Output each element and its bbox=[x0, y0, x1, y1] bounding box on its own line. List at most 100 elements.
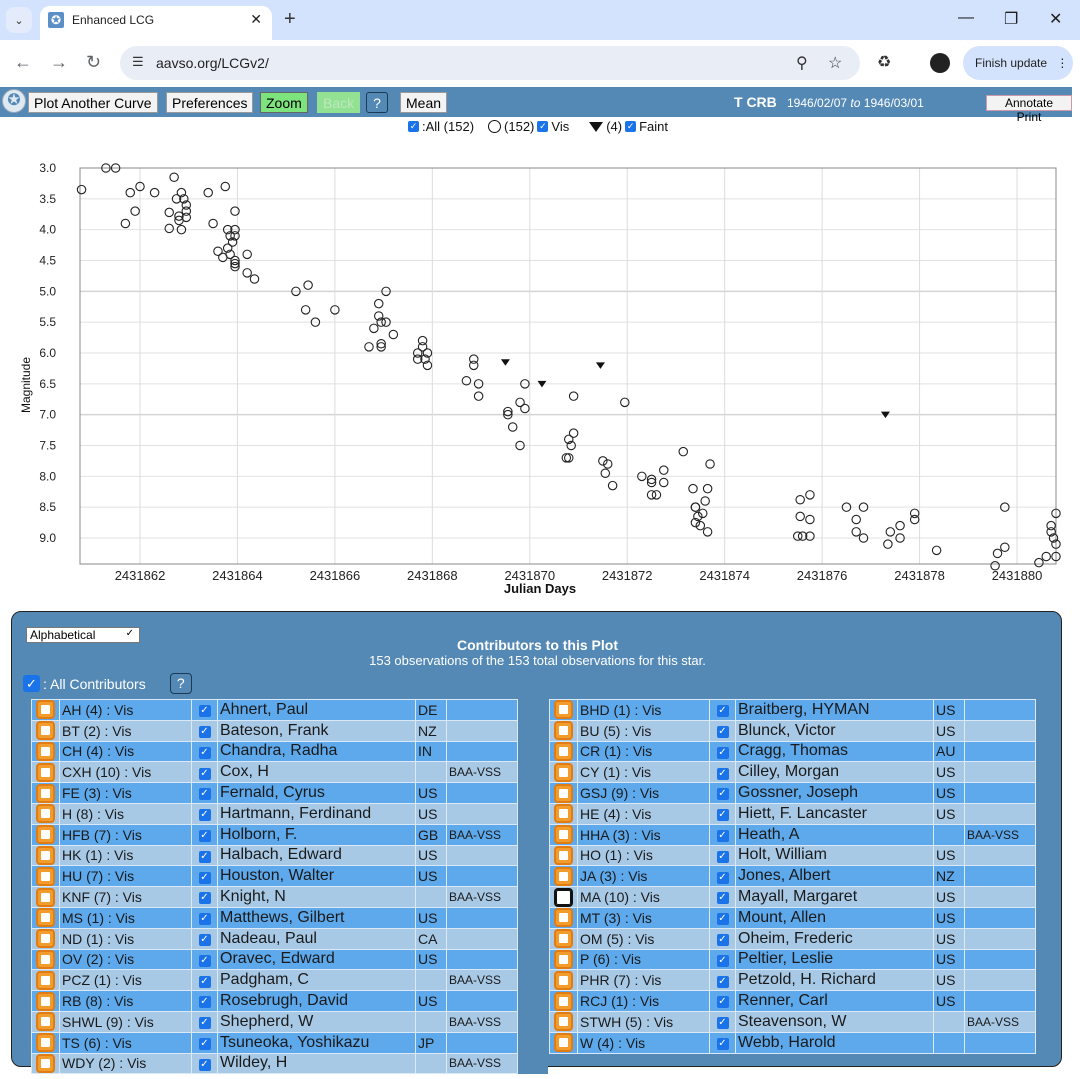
address-bar[interactable]: ☰ aavso.org/LCGv2/ ⚲ ☆ bbox=[120, 46, 860, 80]
faint-observation-point[interactable] bbox=[595, 362, 605, 369]
vis-observation-point[interactable] bbox=[242, 249, 252, 260]
show-checkbox[interactable]: ✓ bbox=[716, 809, 729, 822]
highlight-checkbox[interactable] bbox=[554, 1012, 573, 1032]
vis-observation-point[interactable] bbox=[230, 206, 240, 216]
highlight-checkbox[interactable] bbox=[36, 1012, 55, 1032]
vis-observation-point[interactable] bbox=[149, 187, 160, 198]
highlight-checkbox[interactable] bbox=[36, 970, 55, 990]
highlight-checkbox[interactable] bbox=[36, 700, 55, 720]
vis-observation-point[interactable] bbox=[646, 490, 657, 500]
url-text[interactable]: aavso.org/LCGv2/ bbox=[156, 55, 269, 71]
vis-observation-point[interactable] bbox=[568, 428, 579, 438]
vis-observation-point[interactable] bbox=[125, 187, 136, 198]
show-checkbox[interactable]: ✓ bbox=[716, 871, 729, 884]
show-checkbox[interactable]: ✓ bbox=[198, 871, 211, 884]
vis-checkbox[interactable]: ✓ bbox=[537, 121, 549, 132]
vis-observation-point[interactable] bbox=[851, 527, 861, 537]
vis-observation-point[interactable] bbox=[364, 342, 374, 352]
vis-observation-point[interactable] bbox=[895, 520, 905, 531]
vis-observation-point[interactable] bbox=[388, 329, 399, 340]
plot-another-curve-button[interactable]: Plot Another Curve bbox=[28, 92, 158, 113]
vis-observation-point[interactable] bbox=[468, 360, 479, 371]
highlight-checkbox[interactable] bbox=[554, 825, 573, 845]
vis-observation-point[interactable] bbox=[651, 490, 662, 500]
reload-icon[interactable]: ↻ bbox=[86, 52, 101, 73]
show-checkbox[interactable]: ✓ bbox=[198, 746, 211, 759]
vis-observation-point[interactable] bbox=[792, 531, 803, 541]
show-checkbox[interactable]: ✓ bbox=[198, 996, 211, 1009]
highlight-checkbox[interactable] bbox=[36, 929, 55, 949]
vis-observation-point[interactable] bbox=[303, 280, 313, 290]
faint-checkbox[interactable]: ✓ bbox=[625, 121, 637, 132]
vis-observation-point[interactable] bbox=[702, 483, 713, 494]
highlight-checkbox[interactable] bbox=[554, 700, 573, 720]
new-tab-icon[interactable]: + bbox=[284, 8, 296, 31]
minimize-icon[interactable]: — bbox=[958, 9, 974, 27]
highlight-checkbox[interactable] bbox=[554, 949, 573, 969]
vis-observation-point[interactable] bbox=[208, 218, 218, 229]
vis-observation-point[interactable] bbox=[795, 495, 805, 505]
vis-observation-point[interactable] bbox=[700, 496, 710, 506]
show-checkbox[interactable]: ✓ bbox=[198, 954, 211, 967]
show-checkbox[interactable]: ✓ bbox=[716, 767, 729, 780]
highlight-checkbox[interactable] bbox=[36, 721, 55, 741]
highlight-checkbox[interactable] bbox=[36, 804, 55, 824]
highlight-checkbox[interactable] bbox=[554, 804, 573, 824]
show-checkbox[interactable]: ✓ bbox=[716, 954, 729, 967]
annotate-print-button[interactable]: Annotate Print bbox=[986, 95, 1072, 124]
show-checkbox[interactable]: ✓ bbox=[198, 767, 211, 780]
show-checkbox[interactable]: ✓ bbox=[716, 705, 729, 718]
faint-observation-point[interactable] bbox=[500, 359, 510, 366]
vis-observation-point[interactable] bbox=[607, 480, 618, 491]
mean-button[interactable]: Mean bbox=[400, 92, 448, 113]
show-checkbox[interactable]: ✓ bbox=[198, 975, 211, 988]
vis-observation-point[interactable] bbox=[373, 298, 384, 309]
show-checkbox[interactable]: ✓ bbox=[198, 892, 211, 905]
show-checkbox[interactable]: ✓ bbox=[198, 705, 211, 718]
vis-observation-point[interactable] bbox=[602, 459, 613, 469]
highlight-checkbox[interactable] bbox=[554, 1033, 573, 1053]
show-checkbox[interactable]: ✓ bbox=[716, 933, 729, 946]
highlight-checkbox[interactable] bbox=[36, 1033, 55, 1053]
vis-observation-point[interactable] bbox=[885, 527, 896, 537]
highlight-checkbox[interactable] bbox=[36, 887, 55, 907]
finish-update-button[interactable]: Finish update ⋮ bbox=[963, 46, 1073, 80]
zoom-button[interactable]: Zoom bbox=[260, 92, 308, 113]
vis-observation-point[interactable] bbox=[473, 391, 484, 401]
vis-observation-point[interactable] bbox=[795, 511, 805, 522]
vis-observation-point[interactable] bbox=[659, 465, 669, 475]
vis-observation-point[interactable] bbox=[507, 422, 518, 432]
vis-observation-point[interactable] bbox=[164, 223, 174, 234]
vis-observation-point[interactable] bbox=[678, 446, 689, 457]
vis-observation-point[interactable] bbox=[598, 456, 608, 466]
vis-observation-point[interactable] bbox=[568, 391, 579, 401]
more-menu-icon[interactable]: ⋮ bbox=[1056, 56, 1068, 70]
highlight-checkbox[interactable] bbox=[36, 741, 55, 761]
show-checkbox[interactable]: ✓ bbox=[198, 933, 211, 946]
show-checkbox[interactable]: ✓ bbox=[198, 1037, 211, 1050]
highlight-checkbox[interactable] bbox=[554, 970, 573, 990]
show-checkbox[interactable]: ✓ bbox=[716, 788, 729, 801]
vis-observation-point[interactable] bbox=[1000, 542, 1010, 552]
vis-observation-point[interactable] bbox=[620, 397, 630, 408]
highlight-checkbox[interactable] bbox=[36, 949, 55, 969]
highlight-checkbox[interactable] bbox=[36, 991, 55, 1011]
vis-observation-point[interactable] bbox=[76, 184, 87, 195]
highlight-checkbox[interactable] bbox=[554, 908, 573, 928]
highlight-checkbox[interactable] bbox=[36, 1053, 55, 1073]
vis-observation-point[interactable] bbox=[220, 181, 231, 192]
show-checkbox[interactable]: ✓ bbox=[716, 746, 729, 759]
back-arrow-icon[interactable]: ← bbox=[14, 52, 32, 73]
vis-observation-point[interactable] bbox=[1034, 557, 1044, 568]
highlight-checkbox[interactable] bbox=[36, 845, 55, 865]
vis-observation-point[interactable] bbox=[992, 548, 1003, 559]
show-checkbox[interactable]: ✓ bbox=[198, 725, 211, 738]
vis-observation-point[interactable] bbox=[909, 508, 920, 519]
show-checkbox[interactable]: ✓ bbox=[198, 850, 211, 863]
help-button[interactable]: ? bbox=[366, 92, 388, 113]
highlight-checkbox[interactable] bbox=[554, 762, 573, 782]
vis-observation-point[interactable] bbox=[659, 477, 669, 488]
contributors-help-button[interactable]: ? bbox=[169, 673, 192, 694]
show-checkbox[interactable]: ✓ bbox=[716, 1017, 729, 1030]
show-checkbox[interactable]: ✓ bbox=[716, 996, 729, 1009]
